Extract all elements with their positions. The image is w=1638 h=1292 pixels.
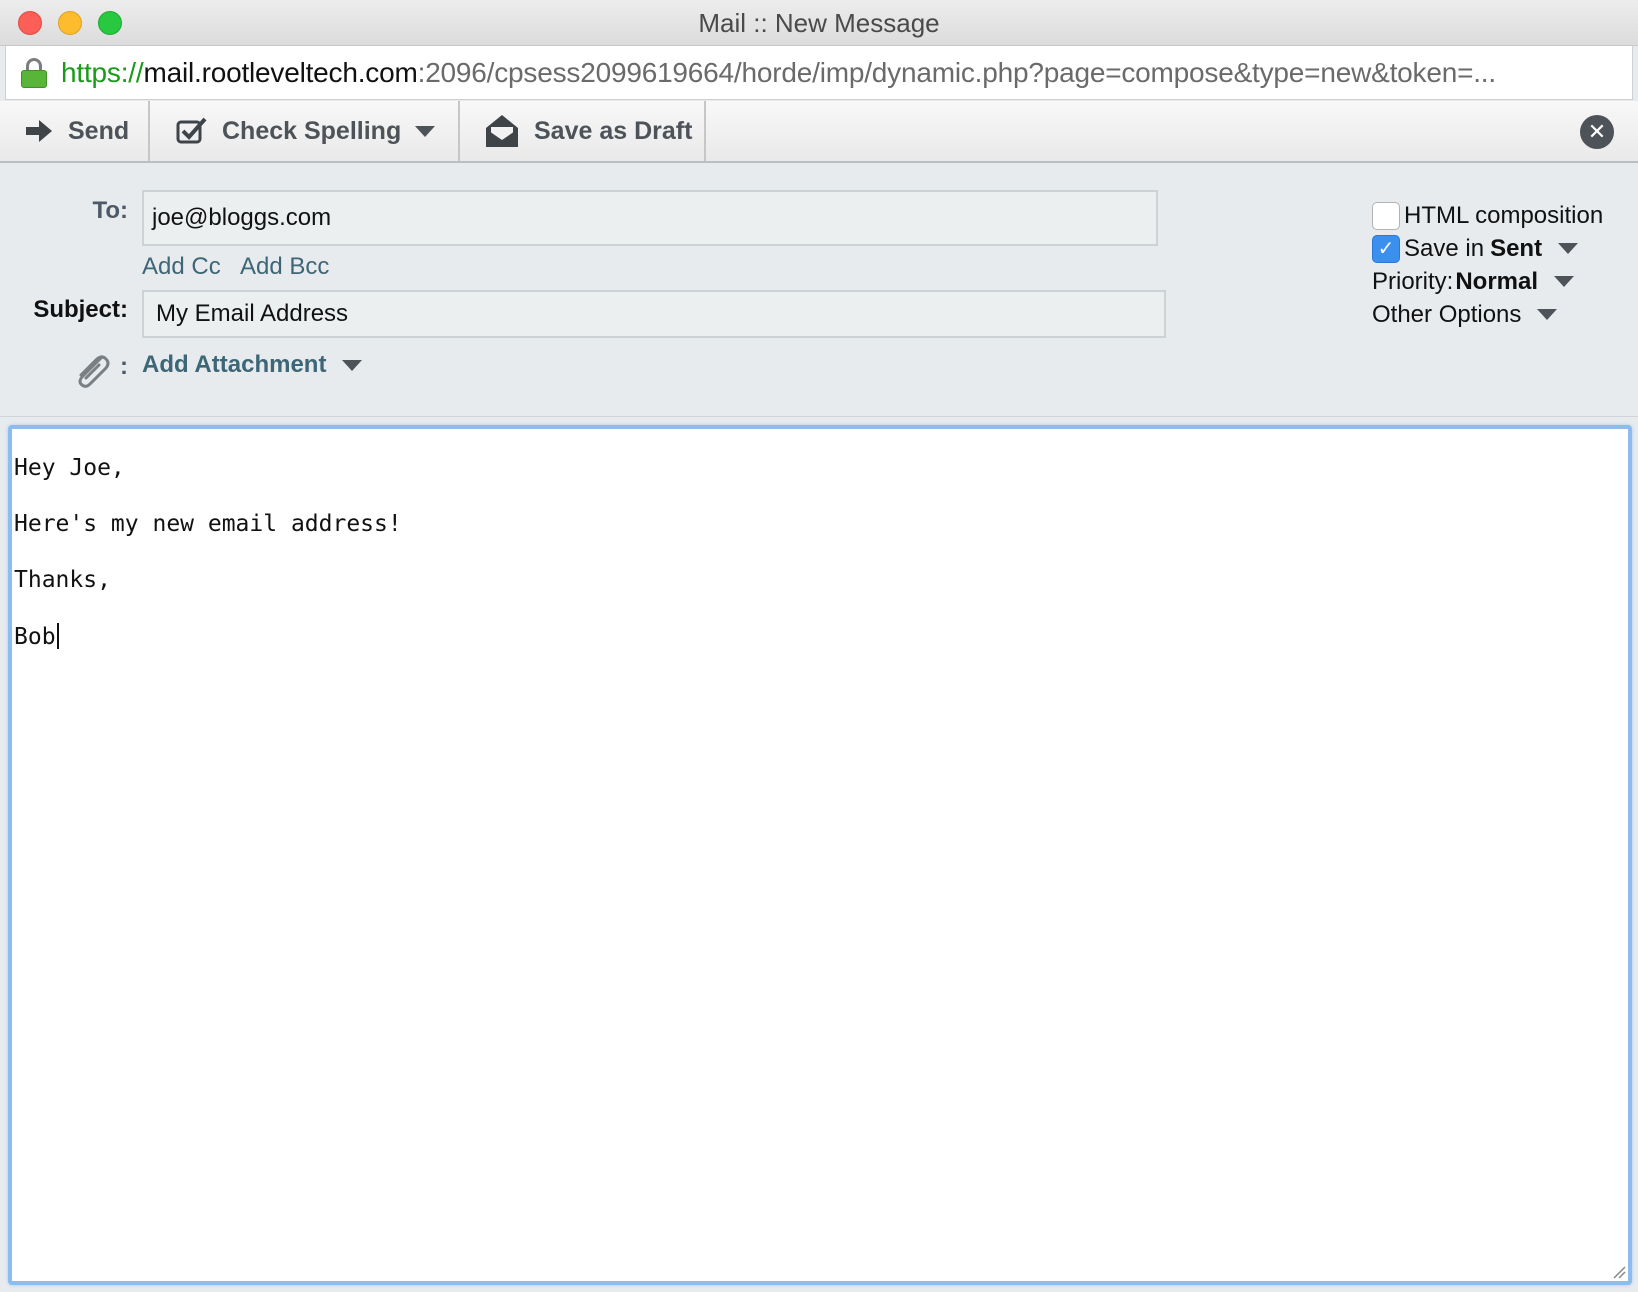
arrow-right-icon (26, 120, 52, 142)
priority-label: Priority: (1372, 267, 1454, 295)
window-title: Mail :: New Message (698, 8, 940, 38)
resize-grip-icon[interactable] (1610, 1263, 1626, 1279)
send-label: Send (68, 116, 130, 145)
save-in-sent-option[interactable]: ✓ Save in Sent (1372, 232, 1603, 265)
compose-headers: To: joe@bloggs.com Add Cc Add Bcc Subjec… (0, 165, 1638, 417)
lock-icon (21, 57, 47, 88)
envelope-open-icon (486, 115, 518, 147)
compose-toolbar: Send Check Spelling Save as Draft ✕ (0, 101, 1638, 163)
title-bar: Mail :: New Message (0, 0, 1638, 46)
check-spelling-label: Check Spelling (222, 116, 402, 145)
body-line: Here's my new email address! (14, 511, 402, 537)
html-composition-checkbox[interactable] (1372, 201, 1400, 230)
send-button[interactable]: Send (0, 101, 150, 161)
other-options-menu[interactable]: Other Options (1372, 298, 1603, 331)
message-body-textarea[interactable]: Hey Joe, Here's my new email address! Th… (8, 425, 1632, 1285)
priority-value: Normal (1455, 267, 1539, 295)
paperclip-icon (78, 355, 110, 388)
other-options-label: Other Options (1372, 300, 1522, 328)
save-in-label: Save in (1404, 234, 1485, 262)
save-as-draft-button[interactable]: Save as Draft (460, 101, 706, 161)
url-text[interactable]: https://mail.rootleveltech.com:2096/cpse… (61, 57, 1496, 89)
body-line: Bob (14, 623, 402, 679)
save-in-sent-checkbox[interactable]: ✓ (1372, 234, 1400, 263)
close-compose-icon[interactable]: ✕ (1580, 115, 1614, 149)
check-spelling-button[interactable]: Check Spelling (150, 101, 460, 161)
chevron-down-icon[interactable] (1537, 309, 1558, 320)
checkbox-check-icon (176, 117, 207, 144)
subject-label: Subject: (33, 296, 128, 323)
save-as-draft-label: Save as Draft (534, 116, 693, 145)
compose-options: HTML composition ✓ Save in Sent Priority… (1372, 199, 1603, 331)
priority-option[interactable]: Priority: Normal (1372, 265, 1603, 298)
cc-bcc-links: Add Cc Add Bcc (142, 253, 343, 281)
chevron-down-icon[interactable] (1554, 276, 1575, 287)
save-in-folder: Sent (1490, 234, 1543, 262)
attachment-colon: : (120, 353, 128, 380)
to-label: To: (92, 197, 128, 224)
add-attachment-label: Add Attachment (142, 351, 327, 378)
add-attachment-button[interactable]: Add Attachment (142, 351, 363, 379)
address-bar[interactable]: https://mail.rootleveltech.com:2096/cpse… (5, 46, 1633, 100)
chevron-down-icon[interactable] (342, 359, 363, 371)
message-body-text: Hey Joe, Here's my new email address! Th… (14, 455, 402, 679)
chevron-down-icon[interactable] (415, 125, 436, 137)
to-field[interactable]: joe@bloggs.com (142, 190, 1158, 246)
subject-field[interactable]: My Email Address (142, 290, 1166, 338)
body-line: Hey Joe, (14, 455, 125, 481)
chevron-down-icon[interactable] (1558, 243, 1579, 254)
text-cursor (56, 623, 59, 649)
html-composition-label: HTML composition (1404, 201, 1604, 229)
add-bcc-link[interactable]: Add Bcc (240, 253, 329, 280)
add-cc-link[interactable]: Add Cc (142, 253, 221, 280)
html-composition-option[interactable]: HTML composition (1372, 199, 1603, 232)
body-line: Thanks, (14, 567, 111, 593)
